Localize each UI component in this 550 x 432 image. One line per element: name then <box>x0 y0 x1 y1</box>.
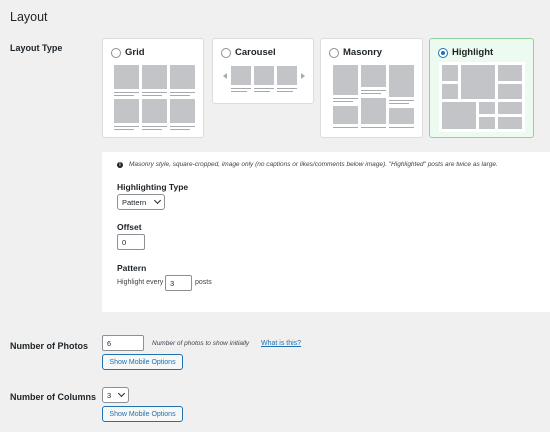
info-icon: i <box>117 161 123 168</box>
layout-option-highlight[interactable]: Highlight <box>429 38 534 138</box>
layout-type-label: Layout Type <box>10 43 63 53</box>
offset-label: Offset <box>117 222 142 232</box>
masonry-radio[interactable] <box>329 47 339 58</box>
masonry-preview <box>330 62 416 132</box>
section-title: Layout <box>10 10 48 24</box>
pattern-value: 3 <box>170 278 175 288</box>
pattern-label: Pattern <box>117 263 147 273</box>
highlight-settings-panel: i Masonry style, square-cropped, image o… <box>102 152 550 312</box>
carousel-preview <box>221 62 307 96</box>
masonry-label: Masonry <box>343 47 383 58</box>
number-of-columns-label: Number of Columns <box>10 392 97 402</box>
number-of-photos-help: Number of photos to show initially <box>152 340 250 347</box>
chevron-down-icon <box>117 389 126 398</box>
number-of-photos-value: 6 <box>107 338 112 348</box>
what-is-this-link[interactable]: What is this? <box>261 340 301 347</box>
grid-preview <box>111 62 197 132</box>
photos-show-mobile-options-button[interactable]: Show Mobile Options <box>102 354 183 370</box>
layout-option-carousel[interactable]: Carousel <box>212 38 314 104</box>
pattern-input[interactable]: 3 <box>165 275 192 291</box>
highlight-radio[interactable] <box>438 47 448 58</box>
highlighting-type-select[interactable]: Pattern <box>117 194 165 210</box>
pattern-suffix: posts <box>195 279 212 286</box>
layout-option-grid[interactable]: Grid <box>102 38 204 138</box>
grid-radio[interactable] <box>111 47 121 58</box>
number-of-photos-label: Number of Photos <box>10 341 88 351</box>
layout-option-masonry[interactable]: Masonry <box>320 38 423 138</box>
highlight-label: Highlight <box>452 47 494 58</box>
number-of-columns-value: 3 <box>107 390 112 400</box>
columns-show-mobile-options-button[interactable]: Show Mobile Options <box>102 406 183 422</box>
pattern-prefix: Highlight every <box>117 279 164 286</box>
grid-label: Grid <box>125 47 145 58</box>
layout-description: Masonry style, square-cropped, image onl… <box>129 161 498 168</box>
highlight-preview <box>439 62 525 132</box>
offset-value: 0 <box>122 237 127 247</box>
carousel-radio[interactable] <box>221 47 231 58</box>
carousel-label: Carousel <box>235 47 276 58</box>
offset-input[interactable]: 0 <box>117 234 145 250</box>
highlighting-type-value: Pattern <box>122 197 147 207</box>
carousel-prev-icon <box>223 73 227 79</box>
number-of-columns-select[interactable]: 3 <box>102 387 129 403</box>
chevron-down-icon <box>153 196 162 205</box>
carousel-next-icon <box>301 73 305 79</box>
highlighting-type-label: Highlighting Type <box>117 182 189 192</box>
number-of-photos-input[interactable]: 6 <box>102 335 144 351</box>
